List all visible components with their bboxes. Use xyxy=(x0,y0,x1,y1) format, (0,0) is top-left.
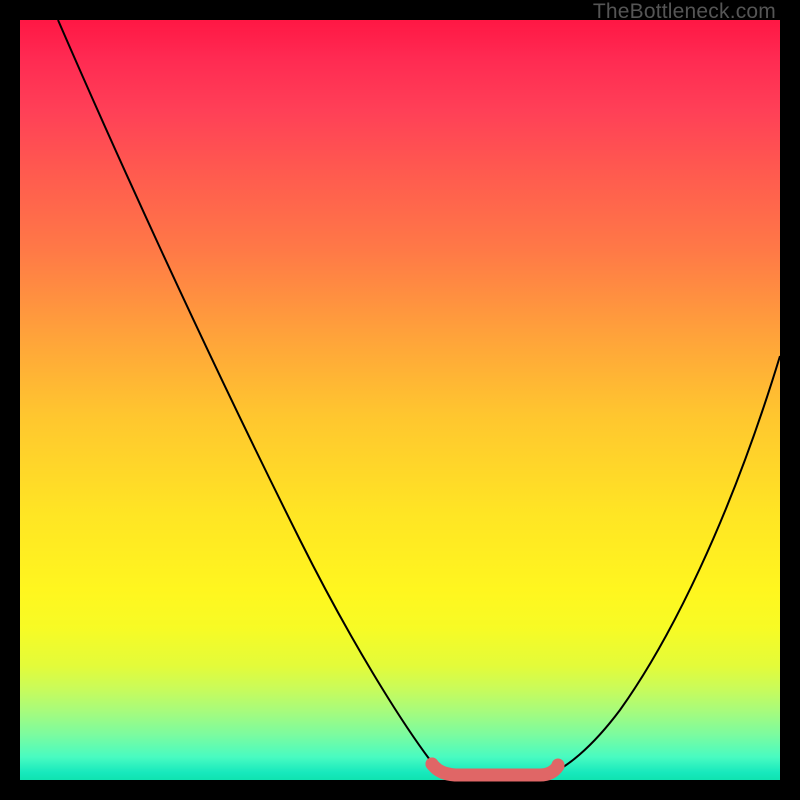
right-curve xyxy=(550,356,780,774)
curve-svg xyxy=(20,20,780,780)
plateau-marker-dot-left xyxy=(426,758,439,771)
left-curve xyxy=(58,20,444,774)
plateau-marker-segment xyxy=(432,764,558,775)
chart-container: TheBottleneck.com xyxy=(0,0,800,800)
plateau-marker-dot-right xyxy=(552,759,565,772)
plot-area xyxy=(20,20,780,780)
